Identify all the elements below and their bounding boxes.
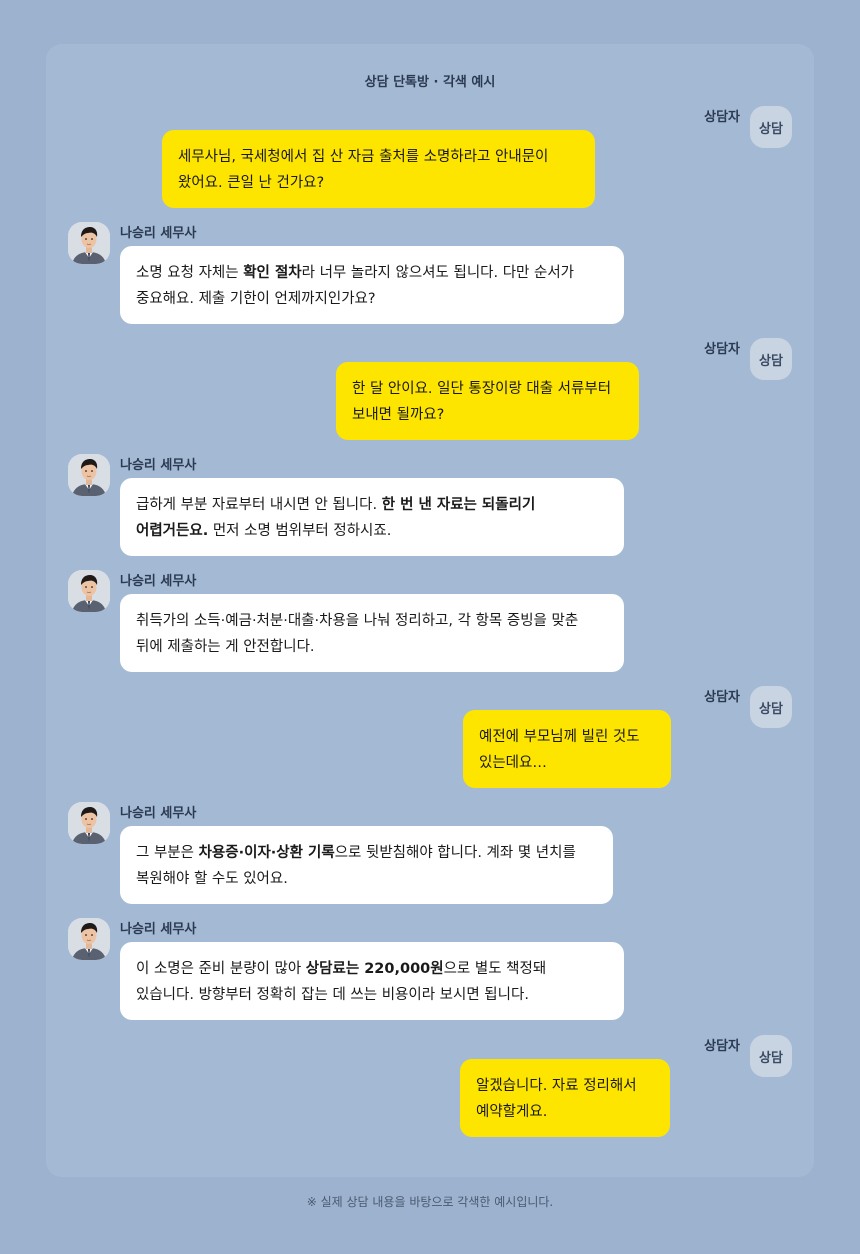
user-name: 상담자 — [704, 690, 740, 705]
advisor-name: 나승리 세무사 — [120, 574, 197, 589]
user-avatar: 상담 — [750, 338, 792, 380]
user-message-bubble: 알겠습니다. 자료 정리해서 예약할게요. — [460, 1059, 670, 1137]
message-emphasis: 차용증·이자·상환 기록 — [198, 845, 335, 861]
message-emphasis: 상담료는 220,000원 — [305, 961, 444, 977]
message-text: 소명 요청 자체는 — [136, 265, 244, 281]
message-text: 그 부분은 — [136, 845, 199, 861]
user-avatar: 상담 — [750, 1035, 792, 1077]
advisor-avatar — [68, 454, 110, 496]
user-name: 상담자 — [704, 342, 740, 357]
user-name: 상담자 — [704, 1039, 740, 1054]
message-text: 세무사님, 국세청에서 집 산 자금 출처를 소명하라고 안내문이 왔어요. 큰… — [178, 149, 549, 191]
advisor-avatar — [68, 222, 110, 264]
user-avatar: 상담 — [750, 686, 792, 728]
user-name: 상담자 — [704, 110, 740, 125]
advisor-message-bubble: 그 부분은 차용증·이자·상환 기록으로 뒷받침해야 합니다. 계좌 몇 년치를… — [120, 826, 613, 904]
advisor-message-bubble: 이 소명은 준비 분량이 많아 상담료는 220,000원으로 별도 책정돼 있… — [120, 942, 624, 1020]
chat-title: 상담 단톡방 · 각색 예시 — [364, 75, 496, 90]
user-avatar: 상담 — [750, 106, 792, 148]
message-text: 한 달 안이요. 일단 통장이랑 대출 서류부터 보내면 될까요? — [352, 381, 612, 423]
advisor-name: 나승리 세무사 — [120, 458, 197, 473]
message-text: 알겠습니다. 자료 정리해서 예약할게요. — [476, 1078, 637, 1120]
message-emphasis: 확인 절차 — [243, 265, 302, 281]
advisor-avatar — [68, 570, 110, 612]
advisor-name: 나승리 세무사 — [120, 922, 197, 937]
message-text: 예전에 부모님께 빌린 것도 있는데요… — [479, 729, 640, 771]
message-text: 취득가의 소득·예금·처분·대출·차용을 나눠 정리하고, 각 항목 증빙을 맞… — [136, 613, 579, 655]
advisor-name: 나승리 세무사 — [120, 226, 197, 241]
advisor-message-bubble: 급하게 부분 자료부터 내시면 안 됩니다. 한 번 낸 자료는 되돌리기 어렵… — [120, 478, 624, 556]
advisor-avatar — [68, 802, 110, 844]
advisor-name: 나승리 세무사 — [120, 806, 197, 821]
advisor-message-bubble: 취득가의 소득·예금·처분·대출·차용을 나눠 정리하고, 각 항목 증빙을 맞… — [120, 594, 624, 672]
message-text: 이 소명은 준비 분량이 많아 — [136, 961, 306, 977]
advisor-message-bubble: 소명 요청 자체는 확인 절차라 너무 놀라지 않으셔도 됩니다. 다만 순서가… — [120, 246, 624, 324]
user-message-bubble: 세무사님, 국세청에서 집 산 자금 출처를 소명하라고 안내문이 왔어요. 큰… — [162, 130, 595, 208]
user-message-bubble: 예전에 부모님께 빌린 것도 있는데요… — [463, 710, 671, 788]
footer-note: ※ 실제 상담 내용을 바탕으로 각색한 예시입니다. — [306, 1195, 554, 1209]
user-message-bubble: 한 달 안이요. 일단 통장이랑 대출 서류부터 보내면 될까요? — [336, 362, 639, 440]
message-text: 먼저 소명 범위부터 정하시죠. — [208, 523, 392, 539]
advisor-avatar — [68, 918, 110, 960]
message-text: 급하게 부분 자료부터 내시면 안 됩니다. — [136, 497, 382, 513]
